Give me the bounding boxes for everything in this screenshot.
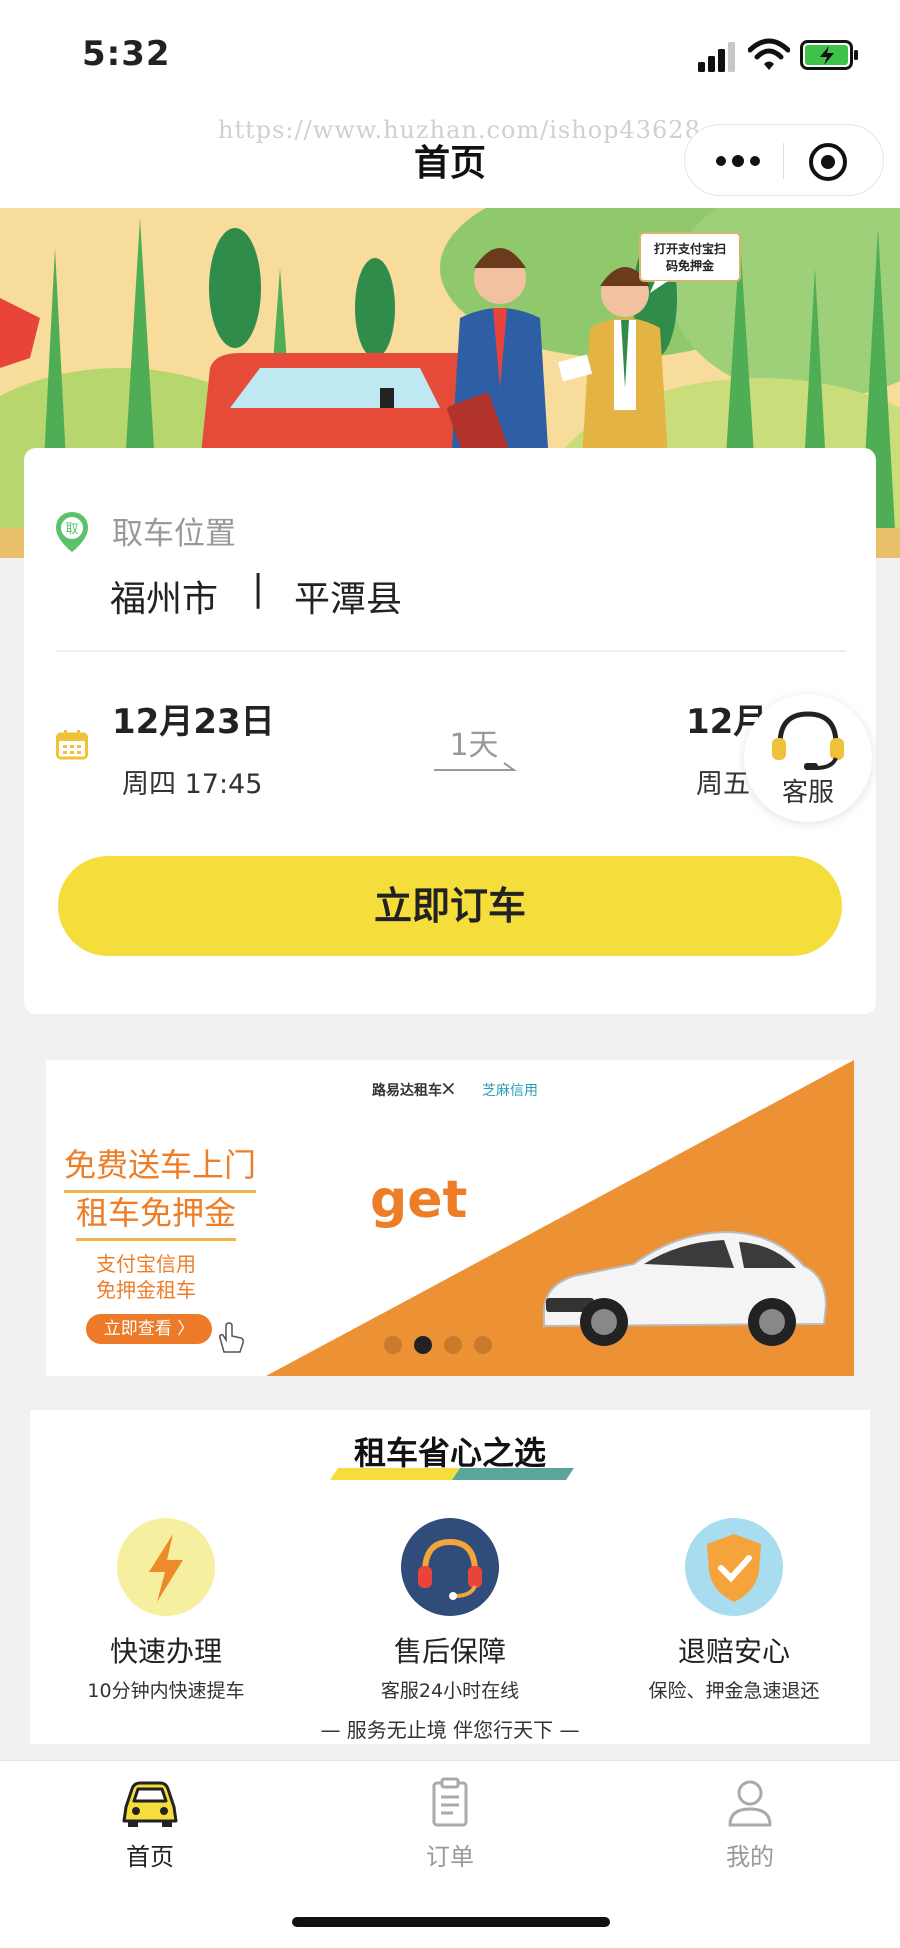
feature-desc: 客服24小时在线 [380,1680,520,1702]
feature-aftersales: 售后保障 客服24小时在线 [330,1518,570,1703]
customer-service-label: 客服 [781,778,834,808]
miniprogram-capsule [684,124,884,196]
carousel-indicator [384,1336,494,1356]
promo-cta-button[interactable]: 立即查看 〉 [86,1314,212,1344]
pin-text: 取 [65,522,78,537]
slogan: — 服务无止境 伴您行天下 — [320,1718,580,1742]
location-separator: | [252,568,265,609]
feature-refund-icon-bg [685,1518,783,1616]
headset-icon [418,1538,482,1600]
feature-aftersales-icon-bg [401,1518,499,1616]
partner-logo-text: 芝麻信用 [482,1083,538,1099]
book-now-button[interactable]: 立即订车 [58,856,842,956]
return-weekday[interactable]: 周五 [696,762,750,801]
carousel-dot-active[interactable] [414,1336,432,1354]
tab-orders-label: 订单 [426,1843,474,1871]
tab-home[interactable]: 首页 [70,1777,230,1872]
home-indicator [292,1917,610,1927]
car-icon [122,1781,178,1827]
pickup-weekday-time[interactable]: 周四 17:45 [122,762,262,801]
promo-banner[interactable]: 路易达租车 × 芝麻信用 免费送车上门 租车免押金 支付宝信用 免押金租车 立即… [46,1060,854,1376]
promo-headline-1: 免费送车上门 [64,1140,257,1193]
booking-card: 取 取车位置 福州市 | 平潭县 12月23日 周四 17:45 1天 12月2… [24,448,876,1014]
get-logo: get [370,1170,468,1230]
tab-home-label: 首页 [126,1843,174,1871]
shield-icon [707,1534,761,1602]
tab-bar: 首页 订单 我的 [0,1760,900,1948]
hero-bubble-line1: 打开支付宝扫 [654,241,726,256]
status-bar: 5:32 [0,0,900,112]
feature-name: 售后保障 [393,1635,506,1668]
tab-orders[interactable]: 订单 [370,1777,530,1872]
hero-bubble-line2: 码免押金 [666,258,715,273]
card-divider [56,650,846,652]
feature-fast: 快速办理 10分钟内快速提车 [46,1518,286,1703]
nav-bar: https://www.huzhan.com/ishop43628 首页 [0,112,900,208]
lightning-icon [149,1534,183,1602]
capsule-divider [783,143,784,179]
feature-desc: 10分钟内快速提车 [87,1680,245,1702]
feature-name: 退赔安心 [677,1635,790,1668]
headset-icon [772,711,844,770]
promo-subline-2: 免押金租车 [96,1278,196,1302]
pickup-location-label: 取车位置 [112,516,236,552]
wifi-icon [748,38,790,70]
close-miniprogram-icon[interactable] [807,141,849,183]
car-image [542,1230,828,1346]
feature-desc: 保险、押金急速退还 [648,1680,820,1702]
feature-refund: 退赔安心 保险、押金急速退还 [614,1518,854,1703]
feature-fast-icon-bg [117,1518,215,1616]
tab-profile-label: 我的 [726,1843,774,1871]
clipboard-icon [432,1777,468,1827]
carousel-dot[interactable] [474,1336,492,1354]
district-selector[interactable]: 平潭县 [294,570,402,622]
promo-subline-1: 支付宝信用 [96,1252,196,1276]
tab-profile[interactable]: 我的 [670,1777,830,1872]
signal-icon [698,42,735,72]
brand-logo-text: 路易达租车 [372,1083,442,1099]
carousel-dot[interactable] [384,1336,402,1354]
title-underline [330,1468,574,1480]
battery-icon [800,40,858,70]
rental-duration: 1天 [449,728,499,763]
carousel-dot[interactable] [444,1336,462,1354]
customer-service-button[interactable]: 客服 [744,694,872,822]
status-time: 5:32 [82,34,171,74]
brand-times: × [440,1076,457,1100]
pickup-pin-icon: 取 [56,512,88,552]
features-section: 租车省心之选 快速办理 10分钟内快速提车 售后保障 客服24小时在线 退赔安心… [30,1410,870,1744]
pointer-hand-icon [219,1322,244,1353]
feature-name: 快速办理 [109,1635,222,1668]
promo-headline-2: 租车免押金 [76,1188,237,1241]
arrow-right-icon [434,762,518,771]
pickup-date[interactable]: 12月23日 [112,694,275,743]
calendar-icon [56,730,88,760]
city-selector[interactable]: 福州市 [110,570,218,622]
user-icon [728,1780,772,1827]
more-icon[interactable] [713,147,763,175]
